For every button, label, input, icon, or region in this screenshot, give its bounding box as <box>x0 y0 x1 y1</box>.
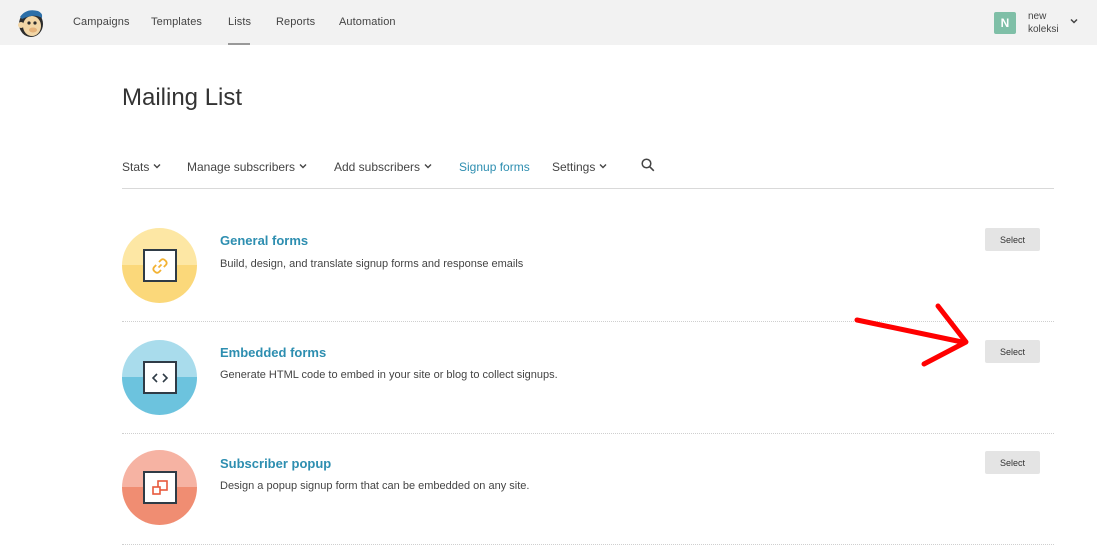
general-forms-title[interactable]: General forms <box>220 233 308 248</box>
popup-icon <box>143 471 177 504</box>
account-name-line2[interactable]: koleksi <box>1028 24 1059 35</box>
subnav-add-subscribers-label: Add subscribers <box>334 160 421 174</box>
link-icon <box>143 249 177 282</box>
subnav-manage-subscribers-label: Manage subscribers <box>187 160 296 174</box>
page-title: Mailing List <box>122 84 243 111</box>
subscriber-popup-badge <box>122 450 197 525</box>
subscriber-popup-select-button[interactable]: Select <box>985 451 1040 474</box>
nav-campaigns[interactable]: Campaigns <box>73 16 130 28</box>
subnav-stats-label: Stats <box>122 160 150 174</box>
mailchimp-logo-icon[interactable] <box>16 7 46 39</box>
subnav-manage-subscribers[interactable]: Manage subscribers <box>187 160 307 174</box>
nav-reports[interactable]: Reports <box>276 16 315 28</box>
account-name-line1[interactable]: new <box>1028 11 1046 22</box>
nav-templates[interactable]: Templates <box>151 16 202 28</box>
account-avatar[interactable]: N <box>994 12 1016 34</box>
account-chevron-down-icon[interactable] <box>1069 16 1079 26</box>
subnav-settings[interactable]: Settings <box>552 160 607 174</box>
embedded-forms-description: Generate HTML code to embed in your site… <box>220 369 558 381</box>
row-divider <box>122 433 1054 434</box>
nav-active-indicator <box>228 43 250 45</box>
subnav-stats[interactable]: Stats <box>122 160 161 174</box>
nav-lists[interactable]: Lists <box>228 16 251 28</box>
search-icon[interactable] <box>641 158 655 172</box>
subnav-signup-forms[interactable]: Signup forms <box>459 160 530 174</box>
top-navigation-bar: Campaigns Templates Lists Reports Automa… <box>0 0 1097 45</box>
subscriber-popup-title[interactable]: Subscriber popup <box>220 456 331 471</box>
general-forms-badge <box>122 228 197 303</box>
subnav-divider <box>122 188 1054 189</box>
chevron-down-icon <box>153 164 161 169</box>
general-forms-description: Build, design, and translate signup form… <box>220 258 524 270</box>
subnav-add-subscribers[interactable]: Add subscribers <box>334 160 432 174</box>
chevron-down-icon <box>424 164 432 169</box>
nav-automation[interactable]: Automation <box>339 16 396 28</box>
chevron-down-icon <box>299 164 307 169</box>
row-divider <box>122 544 1054 545</box>
code-icon <box>143 361 177 394</box>
subscriber-popup-description: Design a popup signup form that can be e… <box>220 480 530 492</box>
chevron-down-icon <box>599 164 607 169</box>
embedded-forms-title[interactable]: Embedded forms <box>220 345 326 360</box>
form-option-popup: Subscriber popup Design a popup signup f… <box>122 449 1054 555</box>
general-forms-select-button[interactable]: Select <box>985 228 1040 251</box>
embedded-forms-badge <box>122 340 197 415</box>
embedded-forms-select-button[interactable]: Select <box>985 340 1040 363</box>
red-arrow-annotation-icon <box>854 303 969 367</box>
subnav-settings-label: Settings <box>552 160 596 174</box>
